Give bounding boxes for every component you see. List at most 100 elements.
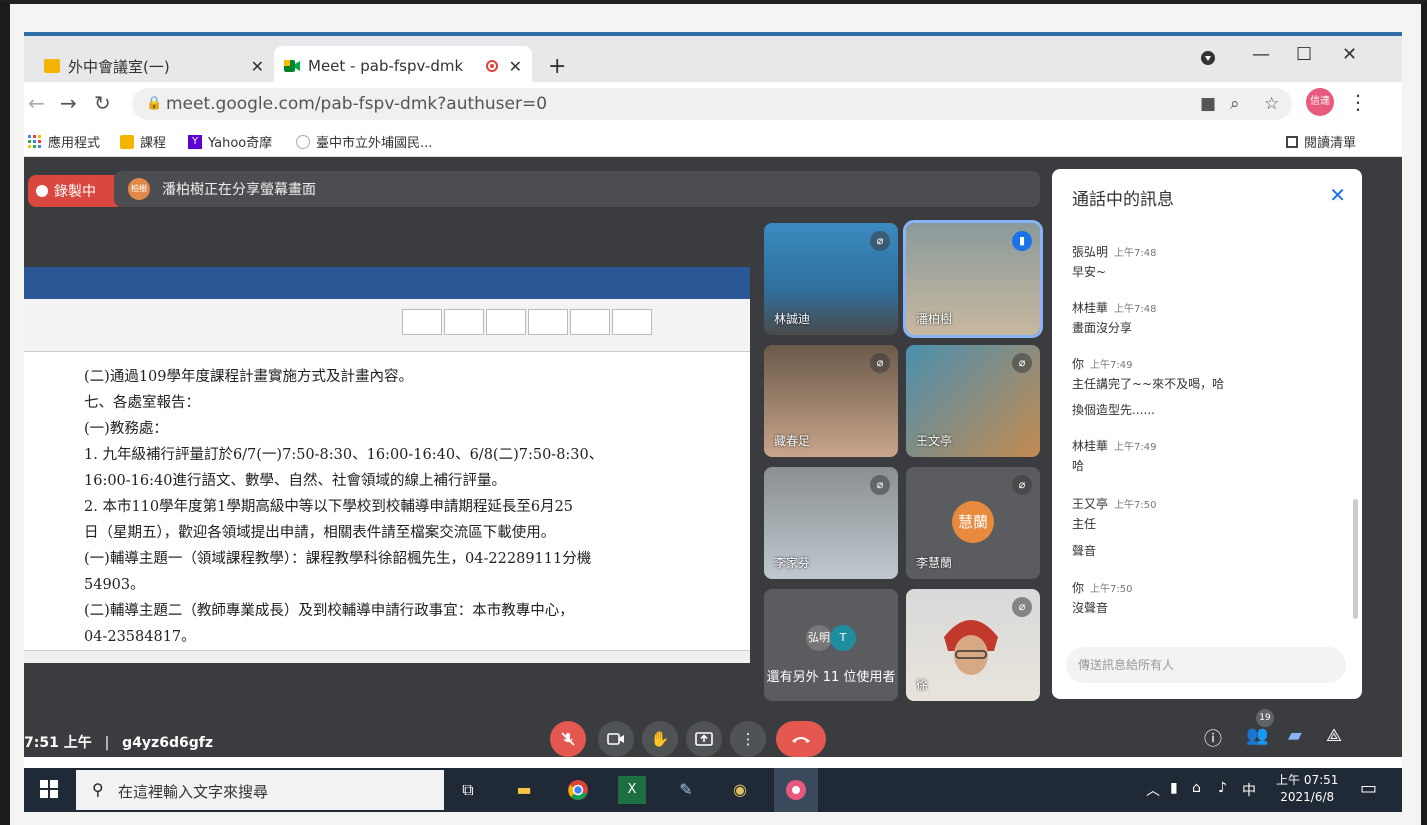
participant-tile[interactable]: ⌀ 王文亭: [906, 345, 1040, 457]
participant-name: 李家芬: [774, 556, 811, 570]
bookmark-apps[interactable]: 應用程式: [28, 132, 100, 151]
message-sender: 林桂華: [1072, 301, 1109, 315]
chat-message: 你上午7:49 主任講完了~~來不及喝，哈 換個造型先......: [1072, 355, 1224, 418]
camera-permission-icon[interactable]: ■: [1200, 94, 1216, 114]
participant-tile-speaking[interactable]: ▮ 潘柏樹: [903, 220, 1043, 338]
people-icon[interactable]: 👥: [1246, 725, 1268, 746]
bookmark-label: 應用程式: [48, 136, 101, 151]
word-style-swatch: [402, 309, 442, 335]
maximize-button[interactable]: ☐: [1296, 44, 1312, 65]
notification-icon[interactable]: ▭: [1360, 778, 1377, 799]
info-icon[interactable]: ⓘ: [1204, 725, 1222, 751]
network-icon[interactable]: ⌂: [1192, 780, 1201, 796]
participant-name: 李慧蘭: [916, 556, 953, 570]
tab-classroom[interactable]: 外中會議室(一) ✕: [34, 50, 274, 82]
forward-arrow-icon[interactable]: →: [60, 91, 77, 115]
bookmark-label: 臺中市立外埔國民...: [316, 136, 433, 151]
leave-call-button[interactable]: [776, 721, 826, 757]
back-arrow-icon[interactable]: ←: [28, 91, 45, 115]
more-participants-tile[interactable]: 弘明 T 還有另外 11 位使用者: [764, 589, 898, 701]
word-ribbon: [24, 299, 750, 352]
bookmark-course[interactable]: 課程: [120, 132, 166, 151]
active-app-icon[interactable]: [774, 768, 818, 812]
close-icon[interactable]: ✕: [1329, 183, 1346, 207]
mic-off-icon: ⌀: [870, 231, 890, 251]
mic-off-icon: ⌀: [870, 353, 890, 373]
participant-avatar: T: [830, 625, 856, 651]
chat-message: 張弘明 上午7:48 早安~: [1072, 243, 1156, 280]
recording-indicator-icon: [486, 60, 498, 72]
doc-line: 04-23584817。: [84, 629, 196, 645]
participant-name: 徐: [916, 678, 929, 692]
mic-off-icon: [561, 732, 575, 746]
file-explorer-icon[interactable]: ▬: [510, 776, 538, 804]
chat-message: 林桂華 上午7:49 哈: [1072, 437, 1156, 474]
participant-tile[interactable]: ⌀ 慧蘭 李慧蘭: [906, 467, 1040, 579]
activities-icon[interactable]: ⟁: [1326, 725, 1342, 746]
reload-icon[interactable]: ↻: [94, 91, 111, 115]
mic-off-button[interactable]: [550, 721, 586, 757]
paint-icon[interactable]: ✎: [672, 776, 700, 804]
message-sender: 你: [1072, 581, 1085, 595]
word-style-swatch: [528, 309, 568, 335]
message-sender: 你: [1072, 357, 1085, 371]
close-tab-icon[interactable]: ✕: [509, 57, 522, 76]
tab-meet[interactable]: Meet - pab-fspv-dmk ✕: [274, 46, 532, 86]
participant-tile[interactable]: ⌀ 藏春足: [764, 345, 898, 457]
participant-tile[interactable]: ⌀ 李家芬: [764, 467, 898, 579]
new-tab-button[interactable]: +: [548, 54, 566, 79]
raise-hand-button[interactable]: ✋: [642, 721, 678, 757]
doc-line: (一)輔導主題一（領域課程教學）：課程教學科徐韶楓先生，04-22289111分…: [84, 551, 592, 567]
word-style-swatch: [444, 309, 484, 335]
url-text: meet.google.com/pab-fspv-dmk?authuser=0: [166, 94, 548, 114]
mic-off-icon: ⌀: [1012, 475, 1032, 495]
system-clock[interactable]: 上午 07:51 2021/6/8: [1276, 772, 1338, 806]
present-button[interactable]: [686, 721, 722, 757]
camera-button[interactable]: [598, 721, 634, 757]
usb-icon[interactable]: ▮: [1170, 780, 1178, 796]
volume-icon[interactable]: ♪: [1218, 780, 1227, 796]
profile-avatar[interactable]: 信達: [1306, 88, 1334, 116]
message-time: 上午7:48: [1114, 248, 1157, 259]
bookmark-label: 課程: [140, 136, 167, 151]
bookmark-yahoo[interactable]: Y Yahoo奇摩: [188, 132, 272, 151]
meeting-time: 7:51 上午: [24, 735, 92, 751]
camera-icon: [607, 733, 624, 745]
browser-menu-icon[interactable]: ⋮: [1348, 90, 1368, 114]
chat-message: 王又亭 上午7:50 主任 聲音: [1072, 495, 1156, 559]
close-tab-icon[interactable]: ✕: [251, 57, 264, 76]
zoom-icon[interactable]: ⌕: [1230, 94, 1240, 114]
presenting-banner: 柏樹 潘柏樹正在分享螢幕畫面: [114, 171, 1040, 207]
classroom-favicon-icon: [44, 59, 60, 73]
message-time: 上午7:50: [1114, 500, 1157, 511]
chat-input[interactable]: 傳送訊息給所有人: [1066, 647, 1346, 683]
participant-tile[interactable]: ⌀ 徐: [906, 589, 1040, 701]
minimize-button[interactable]: —: [1252, 44, 1270, 65]
reading-list-label: 閱讀清單: [1304, 136, 1357, 151]
ime-indicator[interactable]: 中: [1242, 780, 1256, 800]
lock-icon: 🔒: [146, 96, 163, 111]
word-style-swatch: [570, 309, 610, 335]
app-icon[interactable]: ◉: [726, 776, 754, 804]
address-bar[interactable]: 🔒 meet.google.com/pab-fspv-dmk?authuser=…: [132, 88, 1292, 120]
close-window-button[interactable]: ✕: [1342, 44, 1357, 65]
taskbar-search[interactable]: ⚲ 在這裡輸入文字來搜尋: [76, 770, 444, 810]
doc-line: (一)教務處：: [84, 421, 168, 437]
bookmark-star-icon[interactable]: ☆: [1264, 94, 1279, 114]
participant-tile[interactable]: ⌀ 林誠迪: [764, 223, 898, 335]
chrome-icon[interactable]: [564, 776, 592, 804]
presenter-avatar: 柏樹: [128, 178, 150, 200]
bookmark-school[interactable]: 臺中市立外埔國民...: [296, 132, 432, 151]
clock-time: 上午 07:51: [1276, 773, 1339, 787]
globe-icon: [296, 134, 310, 149]
task-view-icon[interactable]: ⧉: [454, 776, 482, 804]
chat-icon[interactable]: ▰: [1288, 725, 1302, 746]
chat-scrollbar[interactable]: [1353, 499, 1358, 619]
more-options-button[interactable]: ⋮: [730, 721, 766, 757]
reading-list[interactable]: 閱讀清單: [1286, 132, 1356, 151]
windows-start-icon[interactable]: [40, 780, 58, 803]
excel-icon[interactable]: X: [618, 776, 646, 804]
message-text: 換個造型先......: [1072, 403, 1155, 417]
chevron-up-icon[interactable]: ︿: [1146, 780, 1160, 800]
extension-icon[interactable]: [1200, 50, 1216, 71]
